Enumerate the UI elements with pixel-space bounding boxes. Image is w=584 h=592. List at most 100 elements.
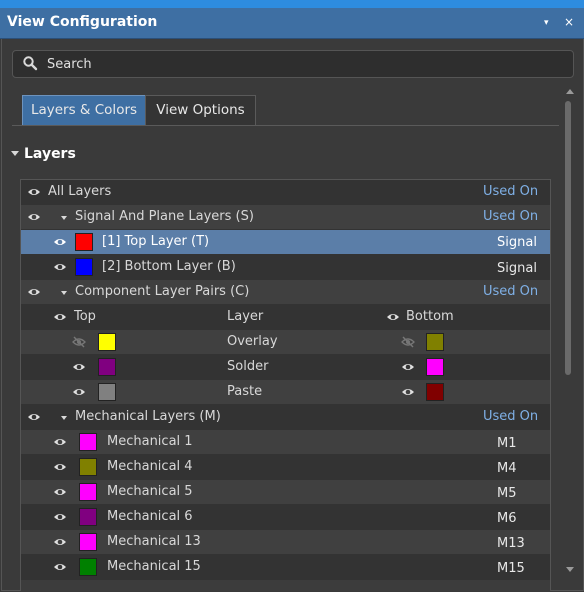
pair-row-solder[interactable]: Solder: [21, 355, 550, 380]
mechanical-layer-row[interactable]: Mechanical 15 M15: [21, 555, 550, 580]
tab-divider: [12, 125, 559, 126]
layer-label: Mechanical 4: [107, 459, 193, 474]
layer-used-on: M4: [497, 461, 517, 476]
group-label: Mechanical Layers (M): [75, 409, 221, 424]
eye-icon[interactable]: [27, 285, 41, 299]
scroll-up-icon[interactable]: [566, 89, 574, 94]
eye-icon[interactable]: [53, 485, 67, 499]
layer-color-swatch[interactable]: [79, 433, 97, 451]
eye-icon[interactable]: [27, 185, 41, 199]
eye-icon[interactable]: [53, 435, 67, 449]
mechanical-layer-row[interactable]: Mechanical 13 M13: [21, 530, 550, 555]
used-on-header: Used On: [483, 284, 539, 299]
pair-top-header: Top: [74, 309, 96, 324]
eye-hidden-icon[interactable]: [401, 335, 415, 349]
mechanical-layer-row[interactable]: Mechanical 6 M6: [21, 505, 550, 530]
mechanical-layer-row[interactable]: Mechanical 5 M5: [21, 480, 550, 505]
eye-icon[interactable]: [386, 310, 400, 324]
bottom-color-swatch[interactable]: [426, 333, 444, 351]
all-layers-row[interactable]: All Layers Used On: [21, 180, 550, 205]
panel-titlebar: View Configuration ▾ ×: [0, 8, 584, 39]
layer-row-bottom[interactable]: [2] Bottom Layer (B) Signal: [21, 255, 550, 280]
pair-layer-label: Paste: [227, 384, 263, 399]
collapse-arrow-icon[interactable]: [61, 216, 67, 220]
layer-color-swatch[interactable]: [75, 233, 93, 251]
eye-hidden-icon[interactable]: [72, 335, 86, 349]
eye-icon[interactable]: [53, 260, 67, 274]
close-icon[interactable]: ×: [564, 15, 574, 29]
search-input[interactable]: [45, 54, 569, 74]
eye-icon[interactable]: [53, 310, 67, 324]
layer-color-swatch[interactable]: [79, 558, 97, 576]
panel-title: View Configuration: [7, 14, 158, 30]
window-top-accent: [0, 0, 584, 8]
tab-view-options[interactable]: View Options: [145, 95, 256, 125]
layer-label: Mechanical 5: [107, 484, 193, 499]
eye-icon[interactable]: [53, 535, 67, 549]
eye-icon[interactable]: [53, 510, 67, 524]
eye-icon[interactable]: [72, 360, 86, 374]
view-configuration-panel: Layers & Colors View Options Layers All …: [1, 39, 584, 591]
collapse-arrow-icon[interactable]: [61, 291, 67, 295]
layer-label: [2] Bottom Layer (B): [102, 259, 236, 274]
group-label: Component Layer Pairs (C): [75, 284, 250, 299]
layer-label: Mechanical 6: [107, 509, 193, 524]
used-on-header: Used On: [483, 184, 539, 199]
top-color-swatch[interactable]: [98, 358, 116, 376]
panel-menu-icon[interactable]: ▾: [544, 18, 549, 28]
signal-plane-group-row[interactable]: Signal And Plane Layers (S) Used On: [21, 205, 550, 230]
layer-color-swatch[interactable]: [79, 483, 97, 501]
bottom-color-swatch[interactable]: [426, 358, 444, 376]
pair-bottom-header: Bottom: [406, 309, 454, 324]
scroll-down-icon[interactable]: [566, 567, 574, 572]
vertical-scrollbar[interactable]: [564, 89, 576, 579]
pair-layer-label: Overlay: [227, 334, 278, 349]
layers-tree: All Layers Used On Signal And Plane Laye…: [20, 179, 551, 591]
top-color-swatch[interactable]: [98, 333, 116, 351]
eye-icon[interactable]: [401, 385, 415, 399]
pair-header-row: Top Layer Bottom: [21, 305, 550, 330]
layer-row-top[interactable]: [1] Top Layer (T) Signal: [21, 230, 550, 255]
layer-used-on: Signal: [497, 235, 537, 250]
mechanical-layer-row[interactable]: Mechanical 4 M4: [21, 455, 550, 480]
pair-layer-label: Solder: [227, 359, 269, 374]
layer-color-swatch[interactable]: [79, 508, 97, 526]
collapse-arrow-icon[interactable]: [61, 416, 67, 420]
layers-section-title: Layers: [24, 146, 76, 162]
eye-icon[interactable]: [53, 460, 67, 474]
layer-used-on: M6: [497, 511, 517, 526]
layers-section-header[interactable]: Layers: [11, 146, 76, 162]
eye-icon[interactable]: [401, 360, 415, 374]
collapse-arrow-icon: [11, 151, 19, 156]
top-color-swatch[interactable]: [98, 383, 116, 401]
mechanical-layer-row[interactable]: Mechanical 1 M1: [21, 430, 550, 455]
eye-icon[interactable]: [53, 235, 67, 249]
eye-icon[interactable]: [27, 410, 41, 424]
component-pairs-group-row[interactable]: Component Layer Pairs (C) Used On: [21, 280, 550, 305]
search-icon: [23, 56, 38, 71]
eye-icon[interactable]: [27, 210, 41, 224]
layer-used-on: M1: [497, 436, 517, 451]
bottom-color-swatch[interactable]: [426, 383, 444, 401]
layer-used-on: Signal: [497, 261, 537, 276]
eye-icon[interactable]: [72, 385, 86, 399]
used-on-header: Used On: [483, 209, 539, 224]
layer-label: [1] Top Layer (T): [102, 234, 210, 249]
search-box[interactable]: [12, 50, 574, 78]
eye-icon[interactable]: [53, 560, 67, 574]
group-label: Signal And Plane Layers (S): [75, 209, 254, 224]
layer-color-swatch[interactable]: [79, 458, 97, 476]
layer-color-swatch[interactable]: [75, 258, 93, 276]
pair-row-overlay[interactable]: Overlay: [21, 330, 550, 355]
mechanical-group-row[interactable]: Mechanical Layers (M) Used On: [21, 405, 550, 430]
layer-label: Mechanical 13: [107, 534, 201, 549]
all-layers-label: All Layers: [48, 184, 112, 199]
tab-layers-colors[interactable]: Layers & Colors: [22, 95, 146, 125]
used-on-header: Used On: [483, 409, 539, 424]
layer-label: Mechanical 15: [107, 559, 201, 574]
layer-label: Mechanical 1: [107, 434, 193, 449]
pair-layer-header: Layer: [227, 309, 264, 324]
pair-row-paste[interactable]: Paste: [21, 380, 550, 405]
layer-color-swatch[interactable]: [79, 533, 97, 551]
scrollbar-thumb[interactable]: [565, 101, 571, 375]
